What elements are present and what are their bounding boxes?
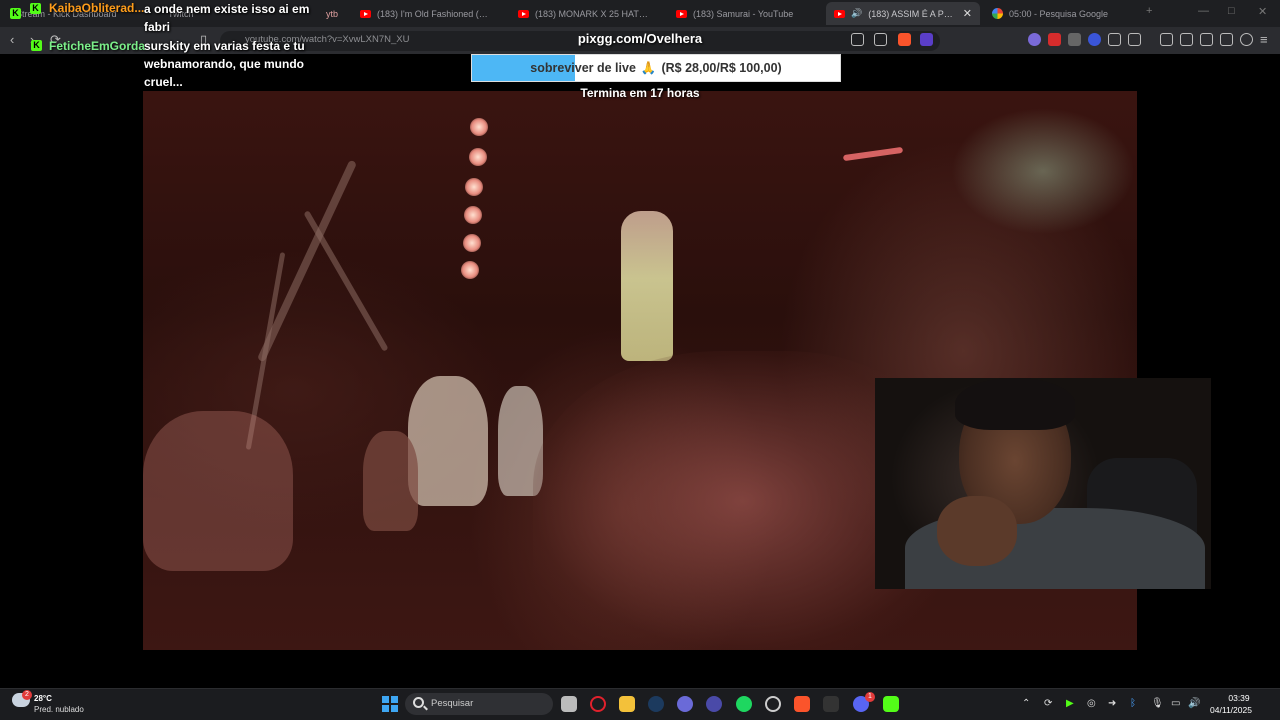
weather-temperature[interactable]: 28°C bbox=[34, 694, 52, 703]
app-icon[interactable] bbox=[823, 696, 839, 712]
new-tab-button[interactable]: + bbox=[1146, 5, 1152, 17]
tab-label: (183) ASSIM É A PUT4RIA N... bbox=[868, 8, 953, 19]
task-view-icon[interactable] bbox=[561, 696, 577, 712]
youtube-icon bbox=[834, 9, 845, 18]
microphone-icon[interactable]: 🎙 bbox=[1151, 698, 1164, 709]
tray-overflow-icon[interactable]: ⌃ bbox=[1022, 698, 1030, 709]
tab-label: (183) I'm Old Fashioned (Remaster... bbox=[377, 8, 494, 19]
chat-message-line: a onde nem existe isso ai em bbox=[144, 2, 310, 16]
file-explorer-icon[interactable] bbox=[619, 696, 635, 712]
audio-playing-icon: 🔊 bbox=[851, 8, 863, 18]
search-icon bbox=[413, 697, 424, 708]
tray-app-icon[interactable]: ◎ bbox=[1087, 698, 1096, 709]
goal-label: sobreviver de live bbox=[530, 61, 636, 75]
tray-app-icon[interactable]: ➜ bbox=[1108, 698, 1116, 709]
close-window-button[interactable]: ✕ bbox=[1258, 5, 1267, 18]
network-icon[interactable]: ▭ bbox=[1171, 698, 1180, 709]
dancer-figure bbox=[621, 211, 673, 361]
kick-icon: K bbox=[10, 8, 21, 19]
taskbar-search-placeholder[interactable]: Pesquisar bbox=[431, 698, 473, 709]
youtube-icon bbox=[360, 9, 371, 18]
foreground-blur bbox=[143, 411, 293, 571]
hanging-lamp bbox=[464, 206, 482, 224]
goal-site-title: pixgg.com/Ovelhera bbox=[577, 31, 703, 46]
tab-active-video[interactable]: 🔊 (183) ASSIM É A PUT4RIA N... ✕ bbox=[826, 2, 980, 25]
tab-label: (183) MONARK X 25 HATERS! - You... bbox=[535, 8, 652, 19]
crowd-person bbox=[408, 376, 488, 506]
goal-emoji-icon: 🙏 bbox=[640, 60, 657, 75]
opera-gx-icon[interactable] bbox=[590, 696, 606, 712]
hanging-lamp bbox=[469, 148, 487, 166]
tab-monark[interactable]: (183) MONARK X 25 HATERS! - You... bbox=[510, 2, 660, 25]
hanging-lamp bbox=[463, 234, 481, 252]
windows-logo-pane bbox=[382, 704, 390, 712]
windows-logo-pane bbox=[390, 704, 398, 712]
discord-notification-badge: 1 bbox=[865, 692, 875, 702]
windows-logo-pane bbox=[382, 696, 390, 704]
tab-label: (183) Samurai - YouTube bbox=[693, 8, 794, 19]
weather-description[interactable]: Pred. nublado bbox=[34, 705, 84, 714]
screen: Stream - Kick Dashboard Twitch ytb (183)… bbox=[0, 0, 1280, 720]
taskbar-clock-date[interactable]: 04/11/2025 bbox=[1206, 705, 1256, 715]
windows-logo-pane bbox=[390, 696, 398, 704]
google-icon bbox=[992, 8, 1003, 19]
streamer-hand bbox=[937, 496, 1017, 566]
streamer-hair bbox=[955, 378, 1075, 430]
tab-group-label: ytb bbox=[326, 8, 339, 19]
hanging-lamp bbox=[461, 261, 479, 279]
close-tab-icon[interactable]: ✕ bbox=[963, 7, 972, 20]
weather-badge: 2 bbox=[22, 690, 32, 700]
goal-remaining-time: Termina em 17 horas bbox=[580, 86, 700, 100]
app-icon[interactable] bbox=[706, 696, 722, 712]
app-icon[interactable] bbox=[765, 696, 781, 712]
hanging-lamp bbox=[470, 118, 488, 136]
taskbar-clock-time[interactable]: 03:39 bbox=[1214, 693, 1264, 703]
kick-tray-icon[interactable]: ▶ bbox=[1066, 698, 1074, 709]
tab-label: 05:00 - Pesquisa Google bbox=[1009, 8, 1109, 19]
tab-old-fashioned[interactable]: (183) I'm Old Fashioned (Remaster... bbox=[352, 2, 502, 25]
youtube-icon bbox=[518, 9, 529, 18]
spotify-icon[interactable] bbox=[736, 696, 752, 712]
goal-amounts: (R$ 28,00/R$ 100,00) bbox=[661, 61, 782, 75]
sync-icon[interactable]: ⟳ bbox=[1044, 698, 1052, 709]
tab-samurai[interactable]: (183) Samurai - YouTube bbox=[668, 2, 818, 25]
goal-progress-bar: sobreviver de live 🙏 (R$ 28,00/R$ 100,00… bbox=[471, 54, 841, 82]
volume-icon[interactable]: 🔊 bbox=[1188, 698, 1200, 709]
steam-icon[interactable] bbox=[648, 696, 664, 712]
goal-text: sobreviver de live 🙏 (R$ 28,00/R$ 100,00… bbox=[472, 55, 840, 81]
hanging-lamp bbox=[465, 178, 483, 196]
kick-app-icon[interactable] bbox=[883, 696, 899, 712]
kick-icon: K bbox=[30, 3, 41, 14]
tree-branch-decor bbox=[303, 210, 389, 352]
tree-branch-decor bbox=[256, 159, 358, 363]
start-button[interactable] bbox=[382, 696, 398, 712]
app-icon[interactable] bbox=[677, 696, 693, 712]
crowd-person bbox=[363, 431, 418, 531]
brave-browser-icon[interactable] bbox=[794, 696, 810, 712]
maximize-button[interactable]: □ bbox=[1228, 5, 1235, 17]
chat-message-line: webnamorando, que mundo bbox=[144, 57, 305, 71]
taskbar-search-box[interactable] bbox=[405, 693, 553, 715]
minimize-button[interactable]: — bbox=[1198, 5, 1209, 17]
webcam-overlay bbox=[875, 378, 1211, 589]
light-streak bbox=[842, 146, 904, 162]
bluetooth-icon[interactable]: ᛒ bbox=[1130, 698, 1136, 709]
youtube-icon bbox=[676, 9, 687, 18]
chat-username: KaibaObliterad... bbox=[49, 1, 145, 15]
tab-group-ytb[interactable]: ytb bbox=[318, 2, 348, 25]
tab-google-search[interactable]: 05:00 - Pesquisa Google bbox=[984, 2, 1134, 25]
